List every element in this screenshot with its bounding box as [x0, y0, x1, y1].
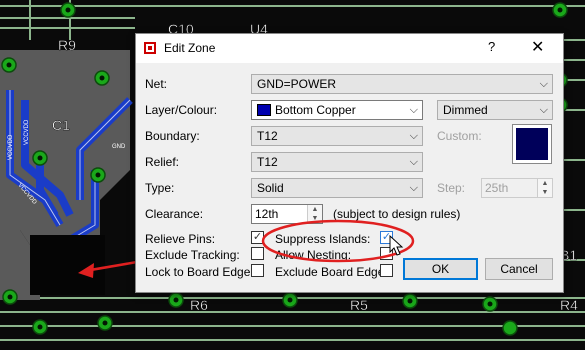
allow-nesting-label: Allow Nesting:: [275, 248, 352, 262]
silk-r4: R4: [560, 297, 578, 313]
suppress-islands-label: Suppress Islands:: [275, 232, 371, 246]
clearance-spinner[interactable]: 12th ▲ ▼: [251, 204, 323, 224]
clearance-value: 12th: [255, 207, 279, 221]
ok-button[interactable]: OK: [403, 258, 478, 280]
chevron-down-icon: ⌵: [409, 182, 418, 194]
chevron-down-icon: ⌵: [409, 104, 418, 116]
exclude-tracking-label: Exclude Tracking:: [145, 248, 240, 262]
help-button[interactable]: ?: [488, 39, 495, 54]
custom-color-swatch: [516, 128, 548, 160]
allow-nesting-checkbox[interactable]: [380, 247, 393, 260]
type-label: Type:: [145, 181, 175, 195]
net-value: GND=POWER: [257, 77, 337, 91]
silk-c1: C1: [52, 117, 70, 133]
step-label: Step:: [437, 181, 466, 195]
silk-r9: R9: [58, 37, 76, 53]
net-select[interactable]: GND=POWER ⌵: [251, 74, 553, 94]
custom-label: Custom:: [437, 129, 482, 143]
spinner-arrows-icon[interactable]: ▲ ▼: [537, 179, 552, 197]
layer-color-swatch: [257, 104, 271, 116]
chevron-down-icon: ⌵: [539, 78, 548, 90]
type-select[interactable]: Solid ⌵: [251, 178, 423, 198]
silk-r6: R6: [190, 297, 208, 313]
lock-board-edge-label: Lock to Board Edge:: [145, 265, 254, 279]
edit-zone-dialog: Edit Zone ? ✕ Net: GND=POWER ⌵ Layer/Colo…: [135, 33, 564, 293]
silk-r5: R5: [350, 297, 368, 313]
boundary-select[interactable]: T12 ⌵: [251, 126, 423, 146]
clearance-label: Clearance:: [145, 207, 204, 221]
relief-value: T12: [257, 155, 278, 169]
clearance-note: (subject to design rules): [333, 207, 461, 221]
boundary-label: Boundary:: [145, 129, 200, 143]
layer-select[interactable]: Bottom Copper ⌵: [251, 100, 423, 120]
exclude-tracking-checkbox[interactable]: [251, 247, 264, 260]
display-mode-value: Dimmed: [443, 103, 488, 117]
net-label-3: GND: [112, 144, 126, 150]
boundary-value: T12: [257, 129, 278, 143]
relieve-pins-label: Relieve Pins:: [145, 232, 216, 246]
lock-board-edge-checkbox[interactable]: [251, 264, 264, 277]
suppress-islands-checkbox[interactable]: ✓: [380, 231, 393, 244]
cancel-button[interactable]: Cancel: [485, 258, 553, 280]
relief-label: Relief:: [145, 155, 180, 169]
net-label: Net:: [145, 77, 168, 91]
relief-select[interactable]: T12 ⌵: [251, 152, 423, 172]
step-value: 25th: [485, 181, 509, 195]
exclude-board-edge-label: Exclude Board Edge:: [275, 265, 388, 279]
dialog-titlebar[interactable]: Edit Zone ? ✕: [136, 34, 563, 63]
chevron-down-icon: ⌵: [409, 130, 418, 142]
chevron-down-icon: ⌵: [409, 156, 418, 168]
chevron-down-icon: ⌵: [539, 104, 548, 116]
display-mode-select[interactable]: Dimmed ⌵: [437, 100, 553, 120]
layer-value: Bottom Copper: [275, 103, 356, 117]
type-value: Solid: [257, 181, 284, 195]
relieve-pins-checkbox[interactable]: ✓: [251, 231, 264, 244]
net-label-1: VCCVDD: [8, 134, 14, 160]
custom-color-button[interactable]: [512, 124, 552, 164]
layer-label: Layer/Colour:: [145, 103, 218, 117]
exclude-board-edge-checkbox[interactable]: [380, 264, 393, 277]
step-spinner[interactable]: 25th ▲ ▼: [481, 178, 553, 198]
dialog-title: Edit Zone: [164, 41, 216, 55]
net-label-2: VCCVDD: [24, 119, 30, 145]
app-icon: [144, 42, 156, 54]
spinner-arrows-icon[interactable]: ▲ ▼: [307, 205, 322, 223]
close-icon[interactable]: ✕: [531, 37, 544, 57]
